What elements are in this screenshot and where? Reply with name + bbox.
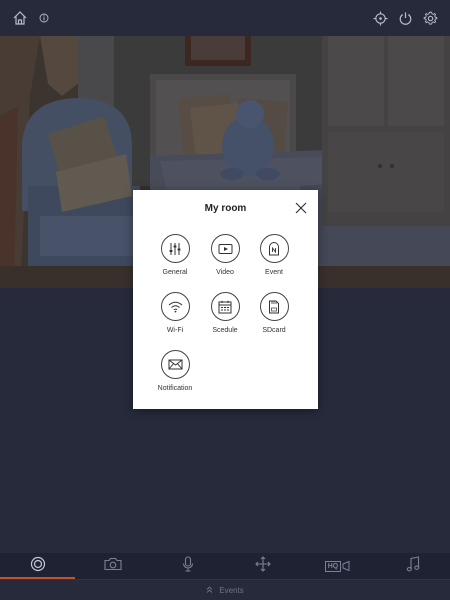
- event-label: Event: [265, 269, 283, 276]
- info-icon[interactable]: [37, 0, 51, 36]
- schedule-label: Scedule: [212, 327, 238, 334]
- notification-label: Notification: [157, 385, 193, 392]
- bottom-control-bar: HQ: [0, 553, 450, 579]
- notification-tile[interactable]: Notification: [147, 350, 203, 400]
- sdcard-icon: [259, 292, 289, 321]
- sdcard-label: SDcard: [262, 327, 286, 334]
- sdcard-tile[interactable]: SDcard: [246, 292, 302, 342]
- wifi-label: Wi-Fi: [166, 327, 184, 334]
- video-play-icon: [210, 234, 240, 263]
- close-icon[interactable]: [294, 201, 308, 215]
- video-tile[interactable]: Video: [197, 234, 253, 284]
- live-view-icon: [30, 556, 46, 577]
- talk-tab[interactable]: [150, 553, 225, 579]
- microphone-icon: [182, 555, 194, 577]
- double-chevron-up-icon: [206, 585, 213, 595]
- events-bar[interactable]: Events: [0, 579, 450, 600]
- video-label: Video: [216, 269, 234, 276]
- top-bar: [0, 0, 450, 36]
- hq-video-icon: HQ: [324, 560, 351, 572]
- schedule-tile[interactable]: Scedule: [197, 292, 253, 342]
- power-icon[interactable]: [396, 0, 414, 36]
- modal-title: My room: [204, 203, 247, 214]
- snapshot-tab[interactable]: [75, 553, 150, 579]
- event-tile[interactable]: Event: [246, 234, 302, 284]
- crosshair-icon[interactable]: [371, 0, 389, 36]
- general-tile[interactable]: General: [147, 234, 203, 284]
- lullaby-tab[interactable]: [375, 553, 450, 579]
- gear-icon[interactable]: [421, 0, 439, 36]
- move-arrows-icon: [254, 555, 271, 577]
- events-label: Events: [219, 585, 244, 595]
- camera-icon: [103, 557, 122, 576]
- pan-tilt-tab[interactable]: [225, 553, 300, 579]
- hq-badge: HQ: [324, 560, 342, 572]
- sliders-icon: [160, 234, 190, 263]
- settings-modal: My room General Video Event Wi-Fi Scedul…: [133, 190, 318, 409]
- envelope-icon: [160, 350, 190, 379]
- music-note-icon: [406, 555, 420, 577]
- live-view-tab[interactable]: [0, 553, 75, 579]
- home-icon[interactable]: [10, 0, 30, 36]
- wifi-icon: [160, 292, 190, 321]
- calendar-icon: [210, 292, 240, 321]
- event-door-icon: [259, 234, 289, 263]
- wifi-tile[interactable]: Wi-Fi: [147, 292, 203, 342]
- general-label: General: [162, 269, 188, 276]
- quality-tab[interactable]: HQ: [300, 553, 375, 579]
